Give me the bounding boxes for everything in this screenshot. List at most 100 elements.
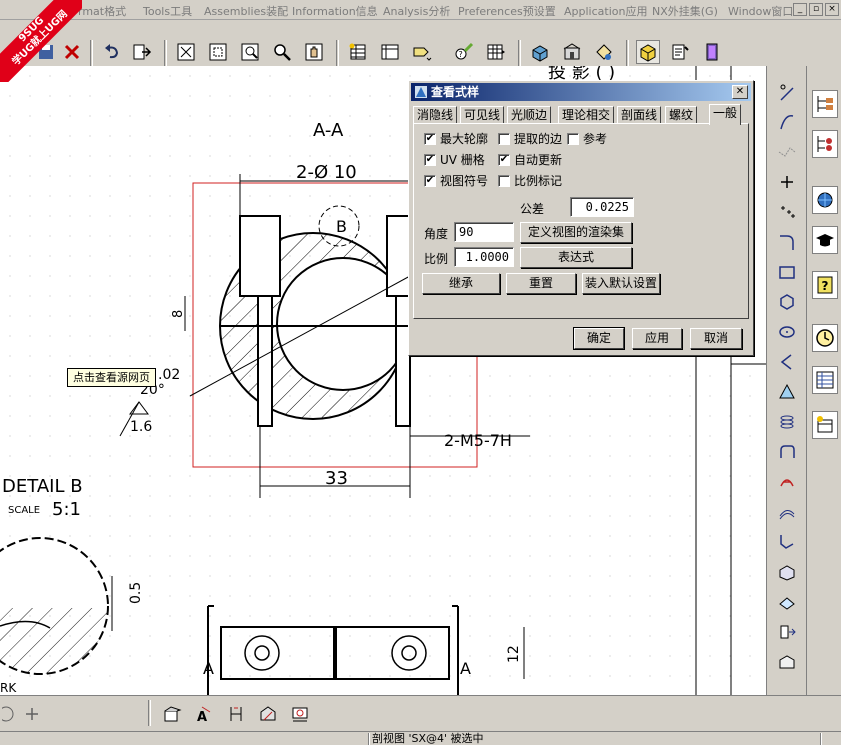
zoom-area-icon[interactable]: [238, 40, 262, 64]
table-sheet-icon[interactable]: [346, 40, 370, 64]
cone-section-icon[interactable]: [775, 380, 799, 404]
undo-icon[interactable]: [100, 40, 124, 64]
checkbox-box[interactable]: [498, 174, 510, 187]
ok-button[interactable]: 确定: [573, 327, 625, 350]
menu-format[interactable]: rmat格式: [78, 3, 126, 19]
door-exit-icon[interactable]: [700, 40, 724, 64]
text-curve-icon[interactable]: [775, 470, 799, 494]
section-curve-icon[interactable]: [775, 590, 799, 614]
tab-smooth-edges[interactable]: 光顺边: [507, 106, 552, 124]
section-view-icon[interactable]: [256, 702, 280, 726]
menu-analysis[interactable]: Analysis分析: [383, 3, 450, 19]
point-line-icon[interactable]: [775, 80, 799, 104]
menu-tools[interactable]: Tools工具: [143, 3, 192, 19]
minimize-button[interactable]: _: [793, 3, 807, 16]
uv-grid-checkbox[interactable]: ✔ UV 栅格: [424, 151, 485, 168]
training-icon[interactable]: [812, 226, 838, 254]
tab-threads[interactable]: 螺纹: [665, 106, 698, 124]
checkbox-box[interactable]: ✔: [498, 153, 510, 166]
dialog-app-icon: [415, 86, 427, 98]
fillet-icon[interactable]: [775, 230, 799, 254]
helix-icon[interactable]: [775, 410, 799, 434]
tab-section-lines[interactable]: 剖面线: [617, 106, 662, 124]
offset-curve-icon[interactable]: [775, 500, 799, 524]
menu-nx-plugins[interactable]: NX外挂集(G): [652, 3, 718, 19]
spline-icon[interactable]: [775, 110, 799, 134]
menu-assemblies[interactable]: Assemblies装配: [204, 3, 288, 19]
system-materials-icon[interactable]: [812, 366, 838, 394]
menu-preferences[interactable]: Preferences预设置: [458, 3, 556, 19]
point-icon[interactable]: [775, 170, 799, 194]
history-clock-icon[interactable]: [812, 324, 838, 352]
define-render-set-button[interactable]: 定义视图的渲染集: [520, 222, 632, 243]
drafting-view-icon[interactable]: [160, 702, 184, 726]
checkbox-box[interactable]: ✔: [424, 153, 436, 166]
process-studio-icon[interactable]: [812, 411, 838, 439]
plus-icon[interactable]: [20, 702, 44, 726]
help-icon[interactable]: ?: [812, 271, 838, 299]
symbol-icon[interactable]: [288, 702, 312, 726]
tab-hidden-lines[interactable]: 消隐线: [413, 106, 458, 124]
drawing-sheet-icon[interactable]: [378, 40, 402, 64]
reset-button[interactable]: 重置: [506, 273, 576, 294]
checkbox-box[interactable]: ✔: [424, 132, 436, 145]
drafting-edit-icon[interactable]: [668, 40, 692, 64]
tolerance-field[interactable]: 0.0225: [570, 197, 634, 217]
silhouettes-checkbox[interactable]: ✔ 最大轮廓: [424, 130, 488, 147]
dialog-title-bar[interactable]: 查看式样 ✕: [411, 83, 751, 101]
menu-window[interactable]: Window窗口: [728, 3, 793, 19]
label-dropdown-icon[interactable]: [410, 40, 434, 64]
apply-button[interactable]: 应用: [632, 328, 682, 349]
tab-virtual-intersection[interactable]: 理论相交: [558, 106, 615, 124]
dimension-icon[interactable]: [224, 702, 248, 726]
polyline-icon[interactable]: [775, 140, 799, 164]
gear-house-icon[interactable]: [560, 40, 584, 64]
ellipse-icon[interactable]: [775, 320, 799, 344]
zoom-window-icon[interactable]: [206, 40, 230, 64]
auto-update-checkbox[interactable]: ✔ 自动更新: [498, 151, 562, 168]
rectangle-icon[interactable]: [775, 260, 799, 284]
point-set-icon[interactable]: [775, 200, 799, 224]
assembly-icon[interactable]: [528, 40, 552, 64]
part-navigator-tree-icon[interactable]: [812, 130, 838, 158]
angle-label: 角度: [424, 227, 449, 241]
zoom-icon[interactable]: [270, 40, 294, 64]
help-tool-icon[interactable]: ?: [452, 40, 476, 64]
parabola-icon[interactable]: [775, 350, 799, 374]
tab-visible-lines[interactable]: 可见线: [460, 106, 505, 124]
checkbox-box[interactable]: [498, 132, 510, 145]
project-curve-icon[interactable]: [775, 530, 799, 554]
selection-list-icon[interactable]: [130, 40, 154, 64]
spreadsheet-icon[interactable]: [484, 40, 508, 64]
checkbox-box[interactable]: ✔: [424, 174, 436, 187]
pan-icon[interactable]: [302, 40, 326, 64]
expression-button[interactable]: 表达式: [520, 247, 632, 268]
restore-button[interactable]: ▫: [809, 3, 823, 16]
menu-application[interactable]: Application应用: [564, 3, 647, 19]
menu-information[interactable]: Information信息: [292, 3, 378, 19]
law-curve-icon[interactable]: [775, 440, 799, 464]
scale-label-checkbox[interactable]: 比例标记: [498, 172, 562, 189]
load-defaults-button[interactable]: 装入默认设置: [582, 273, 660, 294]
view-label-checkbox[interactable]: ✔ 视图符号: [424, 172, 488, 189]
fit-view-icon[interactable]: [174, 40, 198, 64]
cancel-button[interactable]: 取消: [690, 328, 742, 349]
tab-general[interactable]: 一般: [709, 104, 742, 125]
checkbox-box[interactable]: [567, 132, 579, 145]
extracted-edges-checkbox[interactable]: 提取的边: [498, 130, 562, 147]
bridge-curve-icon[interactable]: [775, 650, 799, 674]
annotation-icon[interactable]: A: [192, 702, 216, 726]
close-window-button[interactable]: ×: [825, 3, 839, 16]
scale-field[interactable]: 1.0000: [454, 247, 514, 267]
inherit-button[interactable]: 继承: [422, 273, 500, 294]
dialog-close-button[interactable]: ✕: [732, 85, 748, 99]
angle-field[interactable]: 90: [454, 222, 514, 242]
shaded-part-icon[interactable]: [636, 40, 660, 64]
reference-checkbox[interactable]: 参考: [567, 130, 607, 147]
polygon-icon[interactable]: [775, 290, 799, 314]
web-browser-icon[interactable]: [812, 186, 838, 214]
part-navigator-icon[interactable]: [592, 40, 616, 64]
extract-curve-icon[interactable]: [775, 620, 799, 644]
assembly-navigator-icon[interactable]: [812, 90, 838, 118]
intersection-curve-icon[interactable]: [775, 560, 799, 584]
